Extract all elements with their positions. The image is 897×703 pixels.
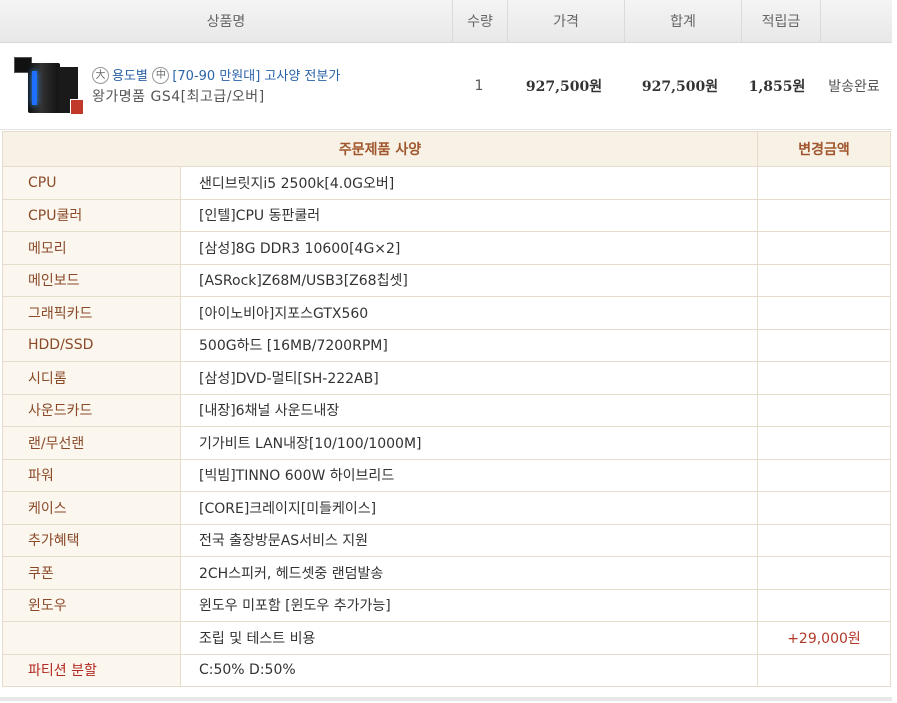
product-info: 大 용도별 中 [70-90 만원대] 고사양 전분가 왕가명품 GS4[최고급/오… [92,66,340,107]
spec-row: 추가혜택 전국 출장방문AS서비스 지원 [2,524,891,557]
col-price: 가격 [508,0,625,42]
spec-change-amount [757,426,891,460]
spec-header-row: 주문제품 사양 변경금액 [2,131,891,167]
spec-value: 기가비트 LAN내장[10/100/1000M] [180,426,758,460]
spec-change-amount [757,556,891,590]
spec-label: 메인보드 [2,264,181,297]
spec-label: 시디롬 [2,361,181,395]
spec-label: 메모리 [2,231,181,265]
order-panel: 상품명 수량 가격 합계 적립금 大 용도별 中 [70-90 만원대] 고사양 전… [0,0,892,130]
spec-value: 샌디브릿지i5 2500k[4.0G오버] [180,166,758,200]
spec-change-amount [757,296,891,330]
spec-change-amount [757,199,891,232]
spec-value: [인텔]CPU 동판쿨러 [180,199,758,232]
spec-row: 그래픽카드 [아이노비아]지포스GTX560 [2,296,891,330]
spec-label: 그래픽카드 [2,296,181,330]
spec-change-amount [757,361,891,395]
spec-row: 시디롬 [삼성]DVD-멀티[SH-222AB] [2,361,891,395]
spec-row: 메인보드 [ASRock]Z68M/USB3[Z68칩셋] [2,264,891,297]
spec-row: HDD/SSD 500G하드 [16MB/7200RPM] [2,329,891,362]
product-qty: 1 [474,78,484,94]
spec-change-amount: +29,000원 [757,621,891,655]
col-product: 상품명 [0,0,453,42]
spec-label: 쿠폰 [2,556,181,590]
product-row: 大 용도별 中 [70-90 만원대] 고사양 전분가 왕가명품 GS4[최고급/오… [0,43,892,130]
spec-change-amount [757,264,891,297]
product-thumbnail[interactable] [14,55,84,117]
spec-value: 2CH스피커, 헤드셋중 랜덤발송 [180,556,758,590]
spec-label: 사운드카드 [2,394,181,427]
spec-header-title: 주문제품 사양 [2,131,758,167]
spec-value: [ASRock]Z68M/USB3[Z68칩셋] [180,264,758,297]
spec-value: 윈도우 미포함 [윈도우 추가가능] [180,589,758,622]
product-total: 927,500원 [641,79,719,95]
spec-value: [삼성]DVD-멀티[SH-222AB] [180,361,758,395]
col-qty: 수량 [453,0,508,42]
spec-change-amount [757,329,891,362]
spec-row: 메모리 [삼성]8G DDR3 10600[4G×2] [2,231,891,265]
spec-label: 파티션 분할 [2,654,181,687]
product-name-link[interactable]: 왕가명품 GS4[최고급/오버] [92,87,340,107]
subcategory-link[interactable]: [70-90 만원대] 고사양 전분가 [172,69,340,84]
spec-label [2,621,181,655]
spec-label: 추가혜택 [2,524,181,557]
bottom-divider [0,697,892,701]
spec-body: CPU 샌디브릿지i5 2500k[4.0G오버] CPU쿨러 [인텔]CPU 동판쿨… [2,166,891,687]
product-cell: 大 용도별 中 [70-90 만원대] 고사양 전분가 왕가명품 GS4[최고급/오… [0,43,452,129]
spec-header-change: 변경금액 [757,131,891,167]
spec-row: 랜/무선랜 기가비트 LAN내장[10/100/1000M] [2,426,891,460]
shipping-status: 발송완료 [828,79,880,95]
pc-case-shape [28,63,60,113]
spec-value: [CORE]크레이지[미들케이스] [180,491,758,525]
spec-change-amount [757,654,891,687]
spec-label: 랜/무선랜 [2,426,181,460]
spec-change-amount [757,394,891,427]
product-points: 1,855원 [748,79,806,95]
spec-row: CPU쿨러 [인텔]CPU 동판쿨러 [2,199,891,232]
spec-label: 케이스 [2,491,181,525]
col-points: 적립금 [742,0,821,42]
spec-change-amount [757,524,891,557]
spec-row: 조립 및 테스트 비용 +29,000원 [2,621,891,655]
spec-value: 전국 출장방문AS서비스 지원 [180,524,758,557]
spec-value: 500G하드 [16MB/7200RPM] [180,329,758,362]
product-price: 927,500원 [525,79,603,95]
spec-value: [아이노비아]지포스GTX560 [180,296,758,330]
spec-row: 윈도우 윈도우 미포함 [윈도우 추가가능] [2,589,891,622]
spec-value: [삼성]8G DDR3 10600[4G×2] [180,231,758,265]
spec-row: 파티션 분할 C:50% D:50% [2,654,891,687]
spec-value: C:50% D:50% [180,654,758,687]
spec-row: 파워 [빅빔]TINNO 600W 하이브리드 [2,459,891,492]
spec-row: 쿠폰 2CH스피커, 헤드셋중 랜덤발송 [2,556,891,590]
spec-label: CPU [2,166,181,200]
spec-change-amount [757,459,891,492]
spec-change-amount [757,491,891,525]
col-status [821,0,892,42]
spec-label: HDD/SSD [2,329,181,362]
spec-value: [내장]6채널 사운드내장 [180,394,758,427]
category-large-icon: 大 [92,67,109,84]
col-total: 합계 [625,0,742,42]
spec-row: CPU 샌디브릿지i5 2500k[4.0G오버] [2,166,891,200]
category-mid-icon: 中 [152,67,170,84]
spec-change-amount [757,589,891,622]
spec-change-amount [757,231,891,265]
spec-row: 케이스 [CORE]크레이지[미들케이스] [2,491,891,525]
spec-label: CPU쿨러 [2,199,181,232]
spec-value: 조립 및 테스트 비용 [180,621,758,655]
spec-change-amount [757,166,891,200]
brand-tag-icon [70,99,84,115]
spec-value: [빅빔]TINNO 600W 하이브리드 [180,459,758,492]
order-table-header: 상품명 수량 가격 합계 적립금 [0,0,892,43]
spec-table: 주문제품 사양 변경금액 CPU 샌디브릿지i5 2500k[4.0G오버] CPU… [2,131,891,687]
category-link[interactable]: 용도별 [112,69,148,84]
spec-row: 사운드카드 [내장]6채널 사운드내장 [2,394,891,427]
spec-label: 윈도우 [2,589,181,622]
spec-label: 파워 [2,459,181,492]
